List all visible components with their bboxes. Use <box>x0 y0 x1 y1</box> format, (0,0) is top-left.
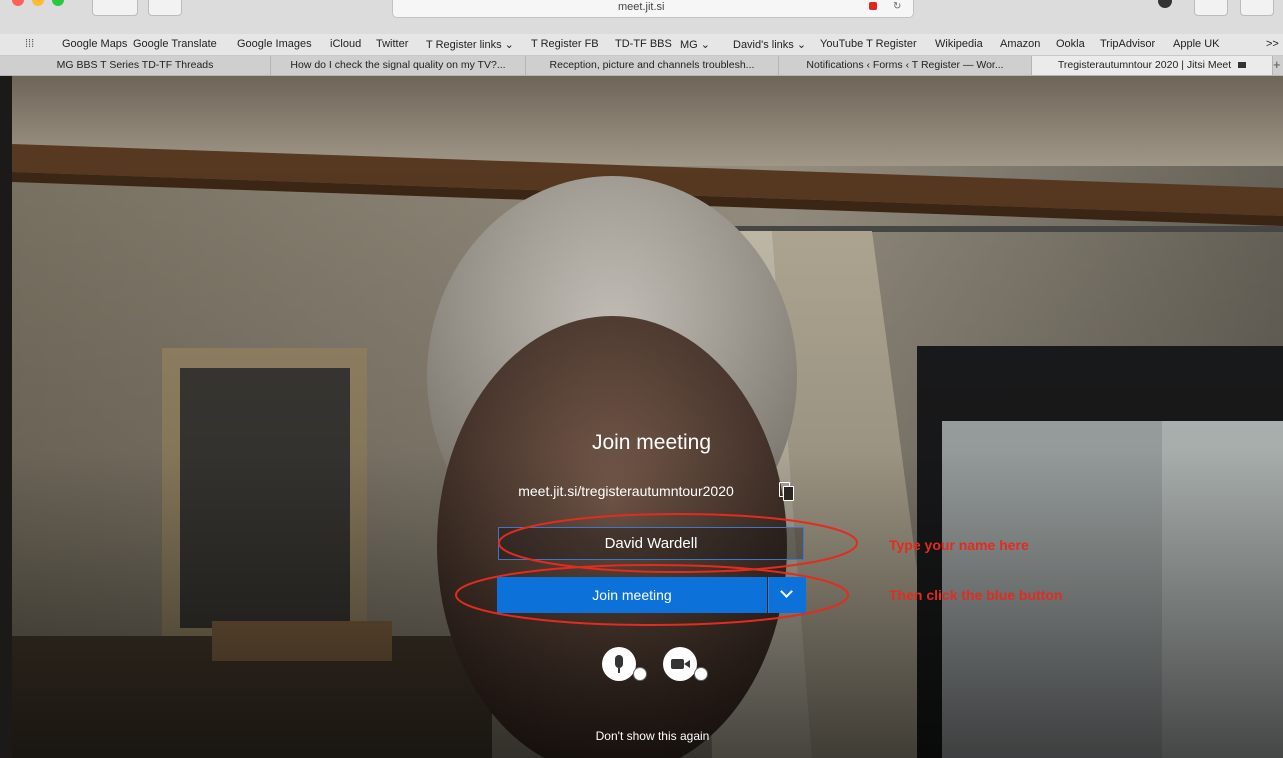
bookmark-item[interactable]: Wikipedia <box>935 38 983 50</box>
bookmark-item[interactable]: Twitter <box>376 38 408 50</box>
tab-item-active[interactable]: Tregisterautumntour 2020 | Jitsi Meet <box>1032 56 1273 75</box>
bookmark-item[interactable]: T Register links ⌄ <box>426 38 514 51</box>
bookmark-item[interactable]: David's links ⌄ <box>733 38 806 51</box>
minimize-window-button[interactable] <box>32 0 44 6</box>
bookmark-item[interactable]: TripAdvisor <box>1100 38 1155 50</box>
tab-label: Notifications ‹ Forms ‹ T Register — Wor… <box>806 59 1004 71</box>
apps-grid-icon[interactable]: ⁞⁞⁞ <box>25 38 34 50</box>
tab-item[interactable]: Notifications ‹ Forms ‹ T Register — Wor… <box>779 56 1032 75</box>
reload-icon[interactable]: ↻ <box>893 1 901 12</box>
bookmark-item[interactable]: TD-TF BBS <box>615 38 672 50</box>
microphone-button[interactable] <box>602 647 636 681</box>
share-button[interactable] <box>1194 0 1228 16</box>
bookmark-item[interactable]: Google Translate <box>133 38 217 50</box>
browser-toolbar: meet.jit.si ↻ <box>0 0 1283 34</box>
camera-options-icon[interactable] <box>694 667 708 681</box>
tabs-overview-button[interactable] <box>1240 0 1274 16</box>
sidebar-button[interactable] <box>148 0 182 16</box>
bookmarks-overflow-button[interactable]: >> <box>1266 38 1279 50</box>
tab-label: Tregisterautumntour 2020 | Jitsi Meet <box>1057 59 1232 71</box>
camera-indicator-icon <box>869 2 877 10</box>
tab-label: MG BBS T Series TD-TF Threads <box>56 59 214 71</box>
tab-bar: MG BBS T Series TD-TF Threads How do I c… <box>0 56 1283 76</box>
tab-label: How do I check the signal quality on my … <box>290 59 506 71</box>
bookmark-item[interactable]: YouTube T Register <box>820 38 917 50</box>
bookmarks-bar: ⁞⁞⁞ Google Maps Google Translate Google … <box>0 34 1283 56</box>
join-meeting-title: Join meeting <box>591 431 712 454</box>
join-options-dropdown[interactable] <box>768 577 806 613</box>
close-window-button[interactable] <box>12 0 24 6</box>
zoom-window-button[interactable] <box>52 0 64 6</box>
bookmark-item[interactable]: Google Maps <box>62 38 127 50</box>
copy-icon[interactable] <box>779 482 794 501</box>
address-text: meet.jit.si <box>618 1 665 13</box>
name-input[interactable] <box>498 527 804 560</box>
camera-button[interactable] <box>663 647 697 681</box>
bookmark-item[interactable]: MG ⌄ <box>680 38 710 51</box>
address-bar[interactable]: meet.jit.si ↻ <box>392 0 914 18</box>
tab-item[interactable]: Reception, picture and channels troubles… <box>526 56 779 75</box>
bookmark-item[interactable]: Google Images <box>237 38 312 50</box>
account-icon[interactable] <box>1158 0 1172 8</box>
join-meeting-button[interactable]: Join meeting <box>497 577 767 613</box>
bookmark-item[interactable]: Amazon <box>1000 38 1040 50</box>
tab-item[interactable]: MG BBS T Series TD-TF Threads <box>0 56 271 75</box>
camera-preview <box>12 76 1283 758</box>
camera-preview-image <box>12 76 1283 758</box>
bookmark-item[interactable]: Ookla <box>1056 38 1085 50</box>
microphone-options-icon[interactable] <box>633 667 647 681</box>
tab-item[interactable]: How do I check the signal quality on my … <box>271 56 526 75</box>
microphone-icon <box>615 655 623 668</box>
meeting-url: meet.jit.si/tregisterautumntour2020 <box>518 483 734 499</box>
tab-label: Reception, picture and channels troubles… <box>549 59 755 71</box>
bookmark-item[interactable]: Apple UK <box>1173 38 1219 50</box>
annotation-click-button: Then click the blue button <box>889 587 1063 603</box>
back-button[interactable] <box>92 0 138 16</box>
chevron-down-icon <box>780 585 793 598</box>
annotation-type-name: Type your name here <box>889 537 1029 553</box>
camera-tab-icon <box>1238 62 1247 68</box>
bookmark-item[interactable]: T Register FB <box>531 38 599 50</box>
bookmark-item[interactable]: iCloud <box>330 38 361 50</box>
new-tab-button[interactable]: + <box>1273 57 1281 72</box>
dont-show-again-link[interactable]: Don't show this again <box>560 729 745 743</box>
video-camera-icon <box>671 659 684 669</box>
